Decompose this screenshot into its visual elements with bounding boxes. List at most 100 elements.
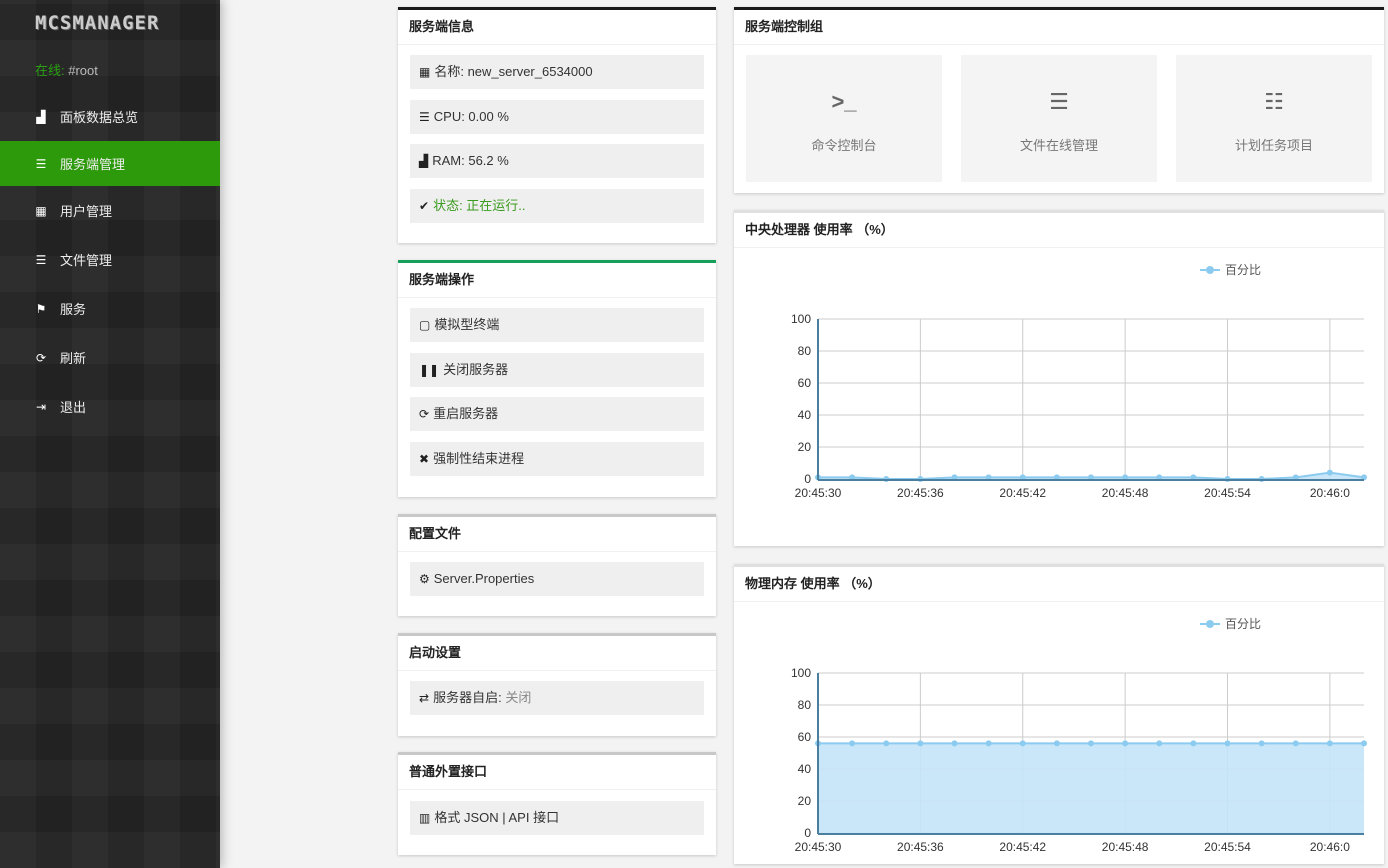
data-point xyxy=(951,740,958,747)
check-icon: ✔ xyxy=(419,199,430,213)
server-properties-button[interactable]: ⚙ Server.Properties xyxy=(410,562,704,596)
server-icon: ☰ xyxy=(419,110,430,124)
schedule-tile[interactable]: ☷ 计划任务项目 xyxy=(1176,55,1372,182)
y-tick-label: 60 xyxy=(798,376,812,390)
data-point xyxy=(1326,740,1333,747)
config-card: 配置文件 ⚙ Server.Properties xyxy=(398,514,716,616)
sidebar: MCSMANAGER 在线: #root ▟ 面板数据总览 ☰ 服务端管理 ▦ 用户管… xyxy=(0,0,220,868)
card-title: 服务端操作 xyxy=(398,263,716,298)
x-tick-label: 20:45:42 xyxy=(999,840,1046,854)
online-label: 在线: xyxy=(35,63,65,78)
sidebar-item-overview[interactable]: ▟ 面板数据总览 xyxy=(0,92,220,141)
sidebar-item-label: 服务端管理 xyxy=(60,157,126,172)
terminal-icon: >_ xyxy=(831,89,857,114)
data-point xyxy=(917,740,924,747)
x-tick-label: 20:45:36 xyxy=(897,486,944,500)
sidebar-item-files[interactable]: ☰ 文件管理 xyxy=(0,235,220,284)
restart-server-button[interactable]: ⟳ 重启服务器 xyxy=(410,397,704,431)
sidebar-item-refresh[interactable]: ⟳ 刷新 xyxy=(0,333,220,382)
file-manager-tile[interactable]: ☰ 文件在线管理 xyxy=(961,55,1157,182)
card-title: 服务端信息 xyxy=(398,10,716,45)
x-tick-label: 20:45:54 xyxy=(1204,840,1251,854)
console-tile[interactable]: >_ 命令控制台 xyxy=(746,55,942,182)
cpu-chart: 0 20 40 60 80 100 20:45:30 20:45:36 20:45:42 20:4… xyxy=(791,312,1367,500)
barcode-icon: ▥ xyxy=(419,811,431,825)
server-name-text: 名称: new_server_6534000 xyxy=(434,64,593,79)
ram-chart-card: 物理内存 使用率 （%） 百分比 0 20 40 60 80 100 20:45:30 20:… xyxy=(734,564,1384,864)
sidebar-item-server-management[interactable]: ☰ 服务端管理 xyxy=(0,141,220,186)
y-tick-label: 20 xyxy=(798,794,812,808)
data-point xyxy=(1361,740,1367,747)
button-label: 强制性结束进程 xyxy=(433,451,525,466)
x-tick-label: 20:45:30 xyxy=(795,486,842,500)
refresh-icon: ⟳ xyxy=(35,350,47,365)
cpu-text: CPU: 0.00 % xyxy=(433,109,509,124)
y-tick-label: 0 xyxy=(804,826,811,840)
logo: MCSMANAGER xyxy=(35,12,160,34)
users-grid-icon: ▦ xyxy=(35,203,47,218)
service-icon: ⚑ xyxy=(35,301,47,316)
x-tick-label: 20:45:42 xyxy=(999,486,1046,500)
autostart-label: 服务器自启: xyxy=(433,690,502,705)
card-title: 普通外置接口 xyxy=(398,755,716,790)
data-point xyxy=(883,740,890,747)
data-point xyxy=(1156,740,1163,747)
tile-label: 文件在线管理 xyxy=(1019,138,1098,153)
bar-chart-icon: ▟ xyxy=(419,154,429,168)
y-tick-label: 40 xyxy=(798,408,812,422)
y-tick-label: 80 xyxy=(798,698,812,712)
y-tick-label: 80 xyxy=(798,344,812,358)
server-ops-card: 服务端操作 ▢ 模拟型终端 ❚❚ 关闭服务器 ⟳ 重启服务器 ✖ 强制性结束进程 xyxy=(398,260,716,497)
schedule-icon: ☷ xyxy=(1264,89,1284,114)
x-tick-label: 20:45:54 xyxy=(1204,486,1251,500)
api-card: 普通外置接口 ▥ 格式 JSON | API 接口 xyxy=(398,752,716,855)
stop-server-button[interactable]: ❚❚ 关闭服务器 xyxy=(410,353,704,387)
sidebar-item-users[interactable]: ▦ 用户管理 xyxy=(0,186,220,235)
data-point xyxy=(1224,740,1231,747)
online-user: #root xyxy=(68,63,98,78)
y-tick-label: 60 xyxy=(798,730,812,744)
x-tick-label: 20:46:0 xyxy=(1310,840,1350,854)
pause-icon: ❚❚ xyxy=(419,363,440,377)
sidebar-item-service[interactable]: ⚑ 服务 xyxy=(0,284,220,333)
close-icon: ✖ xyxy=(419,452,430,466)
api-json-button[interactable]: ▥ 格式 JSON | API 接口 xyxy=(410,801,704,835)
gear-icon: ⚙ xyxy=(419,572,430,586)
sidebar-item-label: 用户管理 xyxy=(60,204,113,219)
bar-chart-icon: ▟ xyxy=(36,109,46,124)
ram-text: RAM: 56.2 % xyxy=(432,153,509,168)
sidebar-item-logout[interactable]: ⇥ 退出 xyxy=(0,382,220,431)
tile-label: 计划任务项目 xyxy=(1234,138,1313,153)
online-status: 在线: #root xyxy=(35,60,98,79)
x-tick-label: 20:45:48 xyxy=(1102,840,1149,854)
sidebar-nav: ▟ 面板数据总览 ☰ 服务端管理 ▦ 用户管理 ☰ 文件管理 ⚑ 服务 ⟳ 刷新 ⇥ 退出 xyxy=(0,92,220,431)
terminal-button[interactable]: ▢ 模拟型终端 xyxy=(410,308,704,342)
autostart-value: 关闭 xyxy=(505,690,532,705)
x-tick-label: 20:46:0 xyxy=(1310,486,1350,500)
data-point xyxy=(1019,740,1026,747)
tile-label: 命令控制台 xyxy=(811,138,877,153)
card-title: 配置文件 xyxy=(398,517,716,552)
server-icon: ☰ xyxy=(35,156,47,171)
kill-process-button[interactable]: ✖ 强制性结束进程 xyxy=(410,442,704,476)
data-point xyxy=(1122,740,1129,747)
status-text: 状态: 正在运行.. xyxy=(433,198,526,213)
series-area xyxy=(818,743,1364,833)
refresh-icon: ⟳ xyxy=(419,407,430,421)
data-point xyxy=(1053,740,1060,747)
square-icon: ▢ xyxy=(419,318,431,332)
sidebar-item-label: 刷新 xyxy=(60,351,87,366)
data-point xyxy=(1190,740,1197,747)
x-tick-label: 20:45:48 xyxy=(1102,486,1149,500)
data-point xyxy=(1292,740,1299,747)
cpu-chart-card: 中央处理器 使用率 （%） 百分比 0 20 40 60 80 100 20:45:30 20… xyxy=(734,210,1384,546)
retweet-icon: ⇄ xyxy=(419,691,430,705)
sidebar-item-label: 服务 xyxy=(60,302,87,317)
data-point xyxy=(1088,740,1094,747)
logout-icon: ⇥ xyxy=(35,399,47,414)
button-label: 重启服务器 xyxy=(433,406,499,421)
ram-usage: ▟ RAM: 56.2 % xyxy=(410,144,704,178)
data-point xyxy=(985,740,992,747)
autostart-toggle[interactable]: ⇄ 服务器自启: 关闭 xyxy=(410,681,704,715)
y-tick-label: 0 xyxy=(804,472,811,486)
